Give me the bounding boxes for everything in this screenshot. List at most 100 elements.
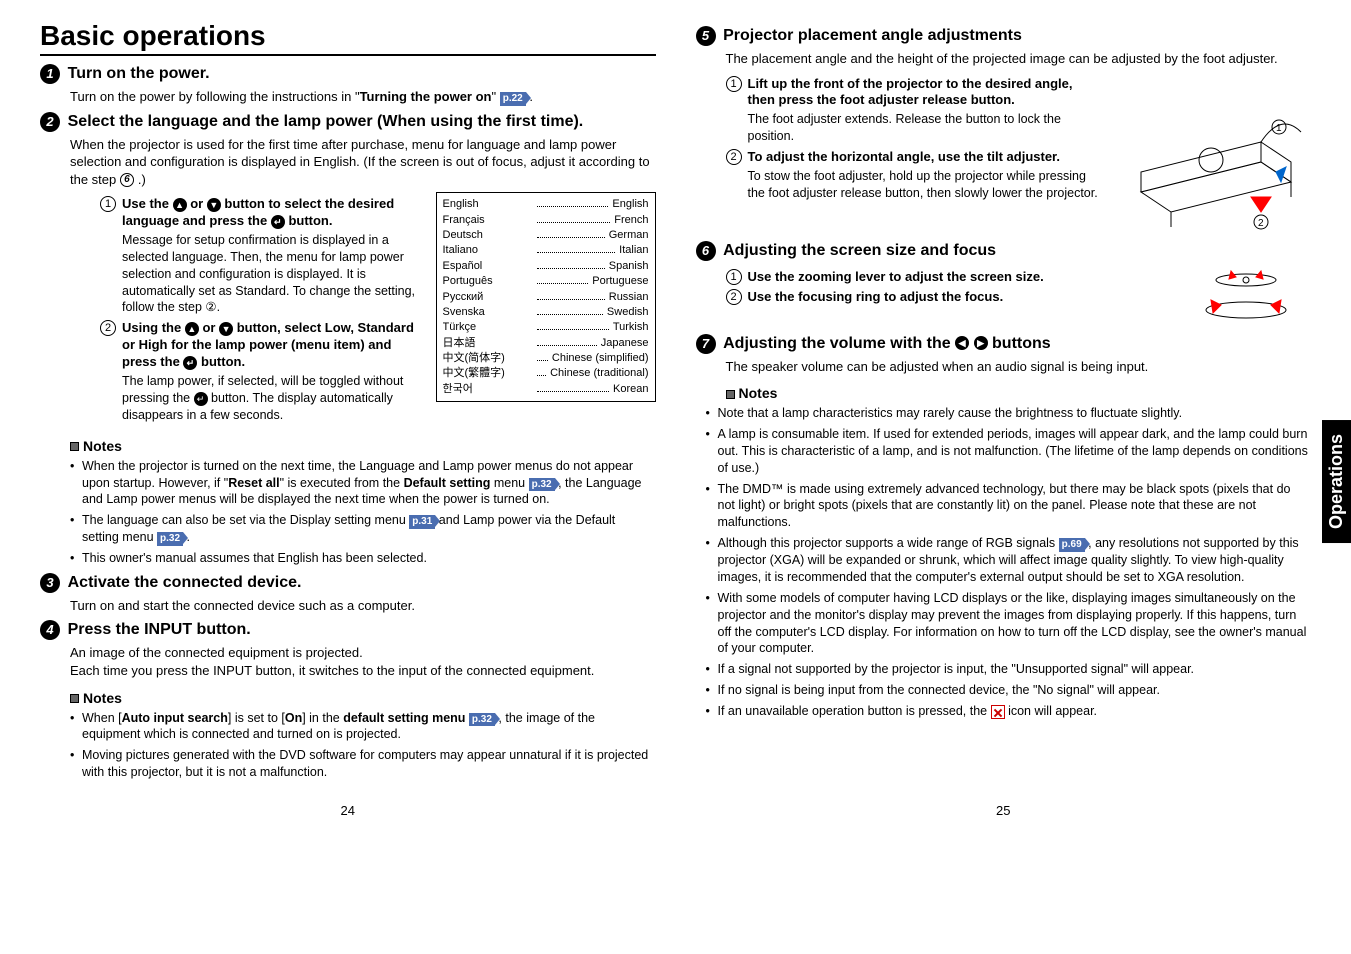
note-item: Although this projector supports a wide … <box>706 535 1312 586</box>
step-badge-3: 3 <box>40 573 60 593</box>
step-2-sub-1: 1 Use the ▲ or ▼ button to select the de… <box>100 196 418 316</box>
step-4: 4 Press the INPUT button. <box>40 620 656 640</box>
step-7-title: Adjusting the volume with the ◀ ▶ button… <box>723 335 1051 352</box>
circled-1-icon: 1 <box>100 196 116 212</box>
language-list-box: EnglishEnglishFrançaisFrenchDeutschGerma… <box>436 192 656 402</box>
square-bullet-icon <box>70 442 79 451</box>
language-row: 中文(简体字)Chinese (simplified) <box>443 351 649 366</box>
x-error-icon <box>991 705 1005 719</box>
step-5-sub-1: 1 Lift up the front of the projector to … <box>726 76 1104 146</box>
language-row: 한국어Korean <box>443 382 649 397</box>
circled-2-icon: 2 <box>726 289 742 305</box>
circled-1-icon: 1 <box>726 269 742 285</box>
page-ref-31[interactable]: p.31 <box>409 515 435 529</box>
notes-heading-3: Notes <box>726 385 1312 401</box>
note-item: If a signal not supported by the project… <box>706 661 1312 678</box>
language-row: 中文(繁體字)Chinese (traditional) <box>443 366 649 381</box>
note-item: If no signal is being input from the con… <box>706 682 1312 699</box>
step-2-sub-2: 2 Using the ▲ or ▼ button, select Low, S… <box>100 320 418 423</box>
section-tab: Operations <box>1322 420 1351 543</box>
step-7: 7 Adjusting the volume with the ◀ ▶ butt… <box>696 334 1312 354</box>
step-badge-7: 7 <box>696 334 716 354</box>
enter-icon: ↵ <box>194 392 208 406</box>
language-row: EspañolSpanish <box>443 259 649 274</box>
step-1-body: Turn on the power by following the instr… <box>70 88 656 106</box>
page-ref-32[interactable]: p.32 <box>529 478 555 492</box>
language-row: PortuguêsPortuguese <box>443 274 649 289</box>
notes-list-1: When the projector is turned on the next… <box>70 458 656 567</box>
notes-list-3: Note that a lamp characteristics may rar… <box>706 405 1312 720</box>
step-4-title: Press the INPUT button. <box>68 621 251 638</box>
vol-left-icon: ◀ <box>955 336 969 350</box>
note-item: When [Auto input search] is set to [On] … <box>70 710 656 744</box>
language-row: TürkçeTurkish <box>443 320 649 335</box>
circled-2-icon: 2 <box>726 149 742 165</box>
page-ref-22[interactable]: p.22 <box>500 92 526 106</box>
step-7-body: The speaker volume can be adjusted when … <box>726 358 1312 376</box>
svg-text:2: 2 <box>1258 218 1264 229</box>
page-ref-32[interactable]: p.32 <box>157 532 183 546</box>
step-2-sub-2-title: Using the ▲ or ▼ button, select Low, Sta… <box>122 320 418 371</box>
svg-text:1: 1 <box>1276 123 1282 134</box>
page-title: Basic operations <box>40 20 656 56</box>
circled-1-icon: 1 <box>726 76 742 92</box>
step-6: 6 Adjusting the screen size and focus <box>696 241 1312 261</box>
step-badge-6: 6 <box>696 241 716 261</box>
step-badge-5: 5 <box>696 26 716 46</box>
step-5-sub-2-body: To stow the foot adjuster, hold up the p… <box>748 168 1104 202</box>
note-item: When the projector is turned on the next… <box>70 458 656 509</box>
step-4-body: An image of the connected equipment is p… <box>70 644 656 679</box>
step-6-sub-2: 2 Use the focusing ring to adjust the fo… <box>726 289 1174 306</box>
step-5-sub-1-title: Lift up the front of the projector to th… <box>748 76 1104 110</box>
zoom-focus-illustration <box>1181 265 1311 328</box>
square-bullet-icon <box>70 694 79 703</box>
note-item: The language can also be set via the Dis… <box>70 512 656 546</box>
step-2-title: Select the language and the lamp power (… <box>68 113 584 130</box>
note-item: Note that a lamp characteristics may rar… <box>706 405 1312 422</box>
down-arrow-icon: ▼ <box>219 322 233 336</box>
step-5-body: The placement angle and the height of th… <box>726 50 1312 68</box>
step-3: 3 Activate the connected device. <box>40 573 656 593</box>
language-row: EnglishEnglish <box>443 197 649 212</box>
note-item: If an unavailable operation button is pr… <box>706 703 1312 720</box>
step-2-sub-2-body: The lamp power, if selected, will be tog… <box>122 373 418 424</box>
page-ref-32[interactable]: p.32 <box>469 713 495 727</box>
up-arrow-icon: ▲ <box>173 198 187 212</box>
step-5-sub-1-body: The foot adjuster extends. Release the b… <box>748 111 1104 145</box>
step-2-sub-1-title: Use the ▲ or ▼ button to select the desi… <box>122 196 418 230</box>
down-arrow-icon: ▼ <box>207 198 221 212</box>
step-badge-4: 4 <box>40 620 60 640</box>
note-item: With some models of computer having LCD … <box>706 590 1312 658</box>
page-ref-69[interactable]: p.69 <box>1059 538 1085 552</box>
language-row: 日本語Japanese <box>443 336 649 351</box>
step-6-title: Adjusting the screen size and focus <box>723 242 996 259</box>
circled-2-icon: 2 <box>100 320 116 336</box>
page-number-right: 25 <box>696 803 1312 818</box>
step-5-sub-2-title: To adjust the horizontal angle, use the … <box>748 149 1104 166</box>
step-6-sub-1-title: Use the zooming lever to adjust the scre… <box>748 269 1044 286</box>
square-bullet-icon <box>726 390 735 399</box>
language-row: SvenskaSwedish <box>443 305 649 320</box>
step-2-sub-1-body: Message for setup confirmation is displa… <box>122 232 418 316</box>
step-ref-6-icon: 6 <box>120 173 134 187</box>
step-1-title: Turn on the power. <box>68 65 210 82</box>
language-row: DeutschGerman <box>443 228 649 243</box>
page-number-left: 24 <box>40 803 656 818</box>
language-row: ItalianoItalian <box>443 243 649 258</box>
language-row: FrançaisFrench <box>443 213 649 228</box>
note-item: The DMD™ is made using extremely advance… <box>706 481 1312 532</box>
up-arrow-icon: ▲ <box>185 322 199 336</box>
step-badge-1: 1 <box>40 64 60 84</box>
step-5: 5 Projector placement angle adjustments <box>696 26 1312 46</box>
note-item: This owner's manual assumes that English… <box>70 550 656 567</box>
step-6-sub-2-title: Use the focusing ring to adjust the focu… <box>748 289 1004 306</box>
vol-right-icon: ▶ <box>974 336 988 350</box>
step-2: 2 Select the language and the lamp power… <box>40 112 656 132</box>
language-row: РусскийRussian <box>443 290 649 305</box>
step-3-body: Turn on and start the connected device s… <box>70 597 656 615</box>
enter-icon: ↵ <box>271 215 285 229</box>
projector-angle-illustration: 1 2 <box>1111 72 1311 235</box>
notes-list-2: When [Auto input search] is set to [On] … <box>70 710 656 782</box>
note-item: Moving pictures generated with the DVD s… <box>70 747 656 781</box>
step-3-title: Activate the connected device. <box>68 574 302 591</box>
